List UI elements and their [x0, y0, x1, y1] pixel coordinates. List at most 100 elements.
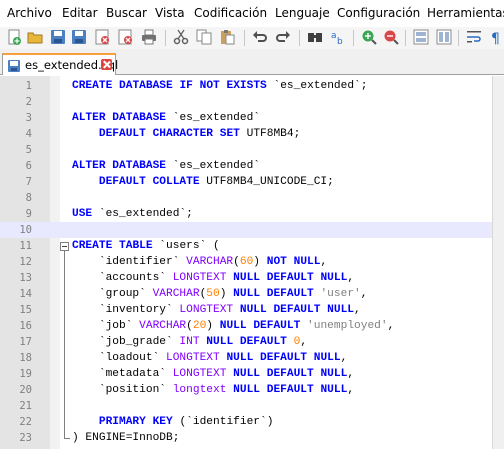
menu-bar: Archivo Editar Buscar Vista Codificación Leng…	[0, 0, 504, 27]
code-text: `job` VARCHAR(20) NULL DEFAULT 'unemploy…	[72, 320, 395, 332]
code-text: ALTER DATABASE `es_extended`	[72, 112, 261, 124]
redo-icon[interactable]	[275, 29, 291, 45]
line-number: 20	[19, 384, 32, 396]
menu-buscar[interactable]: Buscar	[106, 6, 147, 20]
line-number: 15	[19, 304, 32, 316]
close-icon[interactable]	[94, 29, 110, 45]
code-text: DEFAULT COLLATE UTF8MB4_UNICODE_CI;	[98, 176, 334, 188]
code-line[interactable]: 18 `loadout` LONGTEXT NULL DEFAULT NULL,	[0, 350, 492, 366]
line-number: 7	[25, 176, 32, 188]
word-wrap-icon[interactable]	[466, 29, 482, 45]
tab-es-extended-sql[interactable]: es_extended.sql	[2, 53, 118, 77]
show-all-chars-icon[interactable]: ¶	[489, 29, 504, 45]
code-line[interactable]: 19 `metadata` LONGTEXT NULL DEFAULT NULL…	[0, 366, 492, 382]
toolbar: a b ¶	[0, 27, 504, 49]
line-number: 12	[19, 256, 32, 268]
line-number: 17	[19, 336, 32, 348]
new-file-icon[interactable]	[6, 29, 22, 45]
code-text: PRIMARY KEY (`identifier`)	[98, 416, 274, 428]
menu-archivo[interactable]: Archivo	[7, 6, 52, 20]
code-line[interactable]: 15 `inventory` LONGTEXT NULL DEFAULT NUL…	[0, 302, 492, 318]
sync-h-icon[interactable]	[436, 29, 452, 45]
code-text: `metadata` LONGTEXT NULL DEFAULT NULL,	[72, 368, 355, 380]
toolbar-separator	[405, 30, 406, 46]
code-line[interactable]: 17 `job_grade` INT NULL DEFAULT 0,	[0, 334, 492, 350]
line-number: 8	[25, 192, 32, 204]
undo-icon[interactable]	[252, 29, 268, 45]
menu-vista[interactable]: Vista	[155, 6, 185, 20]
code-line[interactable]: 8	[0, 190, 492, 206]
code-line[interactable]: 21	[0, 398, 492, 414]
code-line[interactable]: 13 `accounts` LONGTEXT NULL DEFAULT NULL…	[0, 270, 492, 286]
tab-bar: es_extended.sql	[0, 49, 504, 75]
fold-end-marker	[64, 438, 70, 439]
line-number: 10	[19, 224, 32, 236]
code-text: `accounts` LONGTEXT NULL DEFAULT NULL,	[72, 272, 355, 284]
menu-editar[interactable]: Editar	[62, 6, 98, 20]
print-icon[interactable]	[141, 29, 157, 45]
code-text: ) ENGINE=InnoDB;	[72, 432, 180, 444]
line-number: 19	[19, 368, 32, 380]
zoom-out-icon[interactable]	[383, 29, 399, 45]
save-all-icon[interactable]	[71, 29, 87, 45]
line-number: 4	[25, 128, 32, 140]
code-text: ALTER DATABASE `es_extended`	[72, 160, 261, 172]
code-line[interactable]: 23 ) ENGINE=InnoDB;	[0, 430, 492, 446]
cut-icon[interactable]	[173, 29, 189, 45]
code-line[interactable]: 3 ALTER DATABASE `es_extended`	[0, 110, 492, 126]
replace-icon[interactable]: ab	[330, 29, 346, 45]
code-line[interactable]: 7 DEFAULT COLLATE UTF8MB4_UNICODE_CI;	[0, 174, 492, 190]
file-modified-icon	[7, 58, 21, 77]
code-line[interactable]: 10	[0, 222, 492, 238]
code-line[interactable]: 9 USE `es_extended`;	[0, 206, 492, 222]
sync-v-icon[interactable]	[413, 29, 429, 45]
menu-herramientas[interactable]: Herramientas	[427, 6, 504, 20]
menu-codificacion[interactable]: Codificación	[194, 6, 267, 20]
code-text: CREATE TABLE `users` (	[72, 240, 220, 252]
code-text: `identifier` VARCHAR(60) NOT NULL,	[72, 256, 328, 268]
code-line[interactable]: 6 ALTER DATABASE `es_extended`	[0, 158, 492, 174]
close-all-icon[interactable]	[117, 29, 133, 45]
code-line[interactable]: 5	[0, 142, 492, 158]
copy-icon[interactable]	[196, 29, 212, 45]
save-icon[interactable]	[50, 29, 66, 45]
line-number: 2	[25, 96, 32, 108]
code-text: `inventory` LONGTEXT NULL DEFAULT NULL,	[72, 304, 361, 316]
vertical-scrollbar[interactable]	[492, 76, 504, 449]
menu-configuracion[interactable]: Configuración	[337, 6, 420, 20]
line-number: 22	[19, 416, 32, 428]
code-text: `job_grade` INT NULL DEFAULT 0,	[72, 336, 308, 348]
svg-text:b: b	[337, 37, 343, 45]
find-icon[interactable]	[307, 29, 323, 45]
line-number: 6	[25, 160, 32, 172]
line-number: 14	[19, 288, 32, 300]
fold-collapse-icon[interactable]	[60, 242, 69, 251]
line-number: 23	[19, 432, 32, 444]
toolbar-separator	[353, 30, 354, 46]
code-line[interactable]: 22 PRIMARY KEY (`identifier`)	[0, 414, 492, 430]
code-editor[interactable]: 1 CREATE DATABASE IF NOT EXISTS `es_exten…	[0, 76, 504, 449]
fold-guide-line	[64, 251, 65, 438]
code-line[interactable]: 14 `group` VARCHAR(50) NULL DEFAULT 'use…	[0, 286, 492, 302]
code-line[interactable]: 11 CREATE TABLE `users` (	[0, 238, 492, 254]
tab-close-icon[interactable]	[101, 59, 112, 70]
line-number: 9	[25, 208, 32, 220]
line-number: 11	[19, 240, 32, 252]
open-file-icon[interactable]	[27, 29, 43, 45]
zoom-in-icon[interactable]	[361, 29, 377, 45]
toolbar-separator	[458, 30, 459, 46]
toolbar-separator	[299, 30, 300, 46]
line-number: 13	[19, 272, 32, 284]
paste-icon[interactable]	[219, 29, 235, 45]
menu-lenguaje[interactable]: Lenguaje	[275, 6, 330, 20]
svg-text:a: a	[331, 31, 337, 41]
code-text: `group` VARCHAR(50) NULL DEFAULT 'user',	[72, 288, 368, 300]
code-line[interactable]: 4 DEFAULT CHARACTER SET UTF8MB4;	[0, 126, 492, 142]
code-line[interactable]: 20 `position` longtext NULL DEFAULT NULL…	[0, 382, 492, 398]
code-line[interactable]: 2	[0, 94, 492, 110]
toolbar-separator	[165, 30, 166, 46]
toolbar-separator	[244, 30, 245, 46]
code-line[interactable]: 1 CREATE DATABASE IF NOT EXISTS `es_exten…	[0, 78, 492, 94]
code-line[interactable]: 16 `job` VARCHAR(20) NULL DEFAULT 'unemp…	[0, 318, 492, 334]
code-line[interactable]: 12 `identifier` VARCHAR(60) NOT NULL,	[0, 254, 492, 270]
